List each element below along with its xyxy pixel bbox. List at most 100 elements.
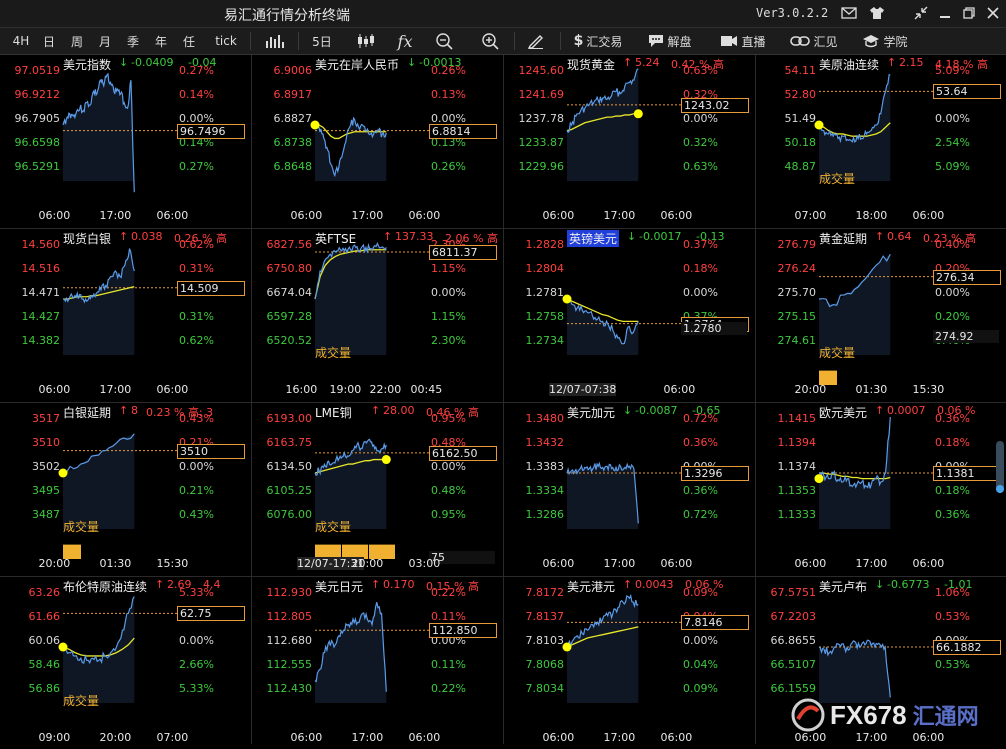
quote-panel[interactable]: 白银延期 ↑ 8 0.23 % 高: 3 3517 3510 3502 3495 3487 0.4… [0,403,250,575]
period-year-button[interactable]: 年 [148,28,174,54]
zoom-out-button[interactable] [428,28,460,54]
current-price-dot [814,474,824,484]
x-axis-tick: 20:00 [99,731,132,744]
shirt-icon[interactable] [866,3,888,23]
volume-label: 成交量 [315,520,352,534]
period-week-button[interactable]: 周 [64,28,90,54]
quote-panel[interactable]: 美元在岸人民币 ↓ -0.0013 6.9006 6.8917 6.8827 6.8738 6… [252,55,502,227]
x-axis-tick: 17:00 [99,209,132,222]
quote-panel[interactable]: 现货白银 ↑ 0.038 0.26 % 高 14.560 14.516 14.471 14.4… [0,229,250,401]
zoom-in-button[interactable] [474,28,506,54]
academy-button[interactable]: 学院 [856,28,914,54]
minimize-icon[interactable] [934,3,956,23]
period-month-button[interactable]: 月 [92,28,118,54]
last-price-box: 112.850 [429,623,497,639]
x-axis-tick: 15:30 [912,383,945,396]
quote-panel[interactable]: 英镑美元 ↓ -0.0017 -0.13 1.2828 1.2804 1.2781 1.275… [504,229,754,401]
bar-chart-button[interactable] [258,28,292,54]
volume-label: 成交量 [63,694,100,708]
x-axis-tick: 06:00 [290,209,323,222]
last-price-box: 62.75 [177,606,245,622]
trade-button[interactable]: $ 汇交易 [566,28,630,54]
quote-panel[interactable]: LME铜 ↑ 28.00 0.46 % 高 6193.00 6163.75 6134.50 6… [252,403,502,575]
restore-icon[interactable] [958,3,980,23]
x-axis-tick: 09:00 [38,731,71,744]
quote-panel[interactable]: 欧元美元 ↑ 0.0007 0.06 % 1.1415 1.1394 1.1374 1.135… [756,403,1006,575]
period-4h-button[interactable]: 4H [8,28,34,54]
x-axis-tick: 17:00 [603,557,636,570]
live-button[interactable]: 直播 [714,28,772,54]
x-axis-tick: 20:00 [38,557,71,570]
collapse-icon[interactable] [910,3,932,23]
scrollbar-thumb[interactable] [996,485,1004,493]
pen-icon [527,35,543,49]
toolbar: 4H 日 周 月 季 年 任 tick 5日 fx $ 汇交易 解盘 直播 汇见 [0,28,1006,55]
period-tick-button[interactable]: tick [208,28,244,54]
x-axis-tick: 18:00 [855,209,888,222]
x-axis-tick: 06:00 [38,209,71,222]
price-area [567,466,639,529]
watermark-cn-text: 汇通网 [912,705,979,730]
quote-panel[interactable]: 英FTSE ↑ 137.33 2.06 % 高 6827.56 6750.80 6674.0… [252,229,502,401]
last-price-box: 7.8146 [681,615,749,631]
last-price-box: 3510 [177,443,245,459]
watermark-logo-text: FX678 [830,699,907,730]
quote-grid: 美元指数 ↓ -0.0409 -0.04 97.0519 96.9212 96.7905 96… [0,55,1006,749]
five-day-button[interactable]: 5日 [304,28,340,54]
graduation-icon [862,34,880,48]
price-area [315,119,387,181]
price-chart [58,433,180,559]
mail-icon[interactable] [838,3,860,23]
price-chart [62,248,180,355]
quote-panel[interactable]: 美元日元 ↑ 0.170 0.15 % 高 112.930 112.805 112.680 1… [252,577,502,749]
x-axis-tick: 01:30 [855,383,888,396]
candles-button[interactable] [350,28,384,54]
x-axis-tick: 07:00 [156,731,189,744]
insight-button[interactable]: 汇见 [786,28,842,54]
chat-icon [648,34,664,48]
x-axis-tick: 17:00 [351,731,384,744]
link-icon [790,35,811,47]
row-separator [0,228,1006,229]
current-price-dot [562,642,572,652]
draw-button[interactable] [520,28,552,54]
close-icon[interactable] [982,3,1004,23]
column-separator [251,55,252,744]
price-chart [566,461,684,529]
price-area [63,433,135,529]
price-area [63,248,135,355]
price-chart [314,438,432,559]
quote-panel[interactable]: 美原油连续 ↑ 2.15 4.18 % 高 54.11 52.80 51.49 50.18 48… [756,55,1006,227]
quote-panel[interactable]: 现货黄金 ↑ 5.24 0.42 % 高 1245.60 1241.69 1237.78 12… [504,55,754,227]
volume-label: 成交量 [819,346,856,360]
period-day-button[interactable]: 日 [36,28,62,54]
volume-label: 成交量 [315,346,352,360]
period-custom-button[interactable]: 任 [176,28,202,54]
last-price-box: 276.34 [933,269,1001,285]
last-price-box: 66.1882 [933,640,1001,655]
quote-panel[interactable]: 美元加元 ↓ -0.0087 -0.65 1.3480 1.3432 1.3383 1.333… [504,403,754,575]
quote-panel[interactable]: 布伦特原油连续 ↑ 2.69 4.4 63.26 61.66 60.06 58.46 56.86… [0,577,250,749]
x-axis-tick: 06:00 [660,731,693,744]
x-axis-tick: 19:00 [329,383,362,396]
price-area [63,74,135,193]
quote-panel[interactable]: 黄金延期 ↑ 0.64 0.23 % 高 276.79 276.24 275.70 275.1… [756,229,1006,401]
analysis-button[interactable]: 解盘 [642,28,698,54]
last-price-box: 1.1381 [933,466,1001,481]
x-axis-tick: 06:00 [660,557,693,570]
x-axis-tick: 06:00 [290,731,323,744]
app-title: 易汇通行情分析终端 [224,8,350,24]
column-separator [755,55,756,744]
formula-button[interactable]: fx [390,28,420,54]
price-chart [562,294,684,355]
dollar-icon: $ [573,33,584,49]
quote-panel[interactable]: 美元指数 ↓ -0.0409 -0.04 97.0519 96.9212 96.7905 96… [0,55,250,227]
zoom-out-icon [436,33,453,50]
price-chart [58,596,180,703]
quote-panel[interactable]: 美元港元 ↑ 0.0043 0.06 % 7.8172 7.8137 7.8103 7.806… [504,577,754,749]
x-axis-tick: 06:00 [663,383,696,396]
price-area [819,254,891,355]
x-axis-tick: 06:00 [408,209,441,222]
period-season-button[interactable]: 季 [120,28,146,54]
secondary-price-box: 274.92 [933,330,999,343]
